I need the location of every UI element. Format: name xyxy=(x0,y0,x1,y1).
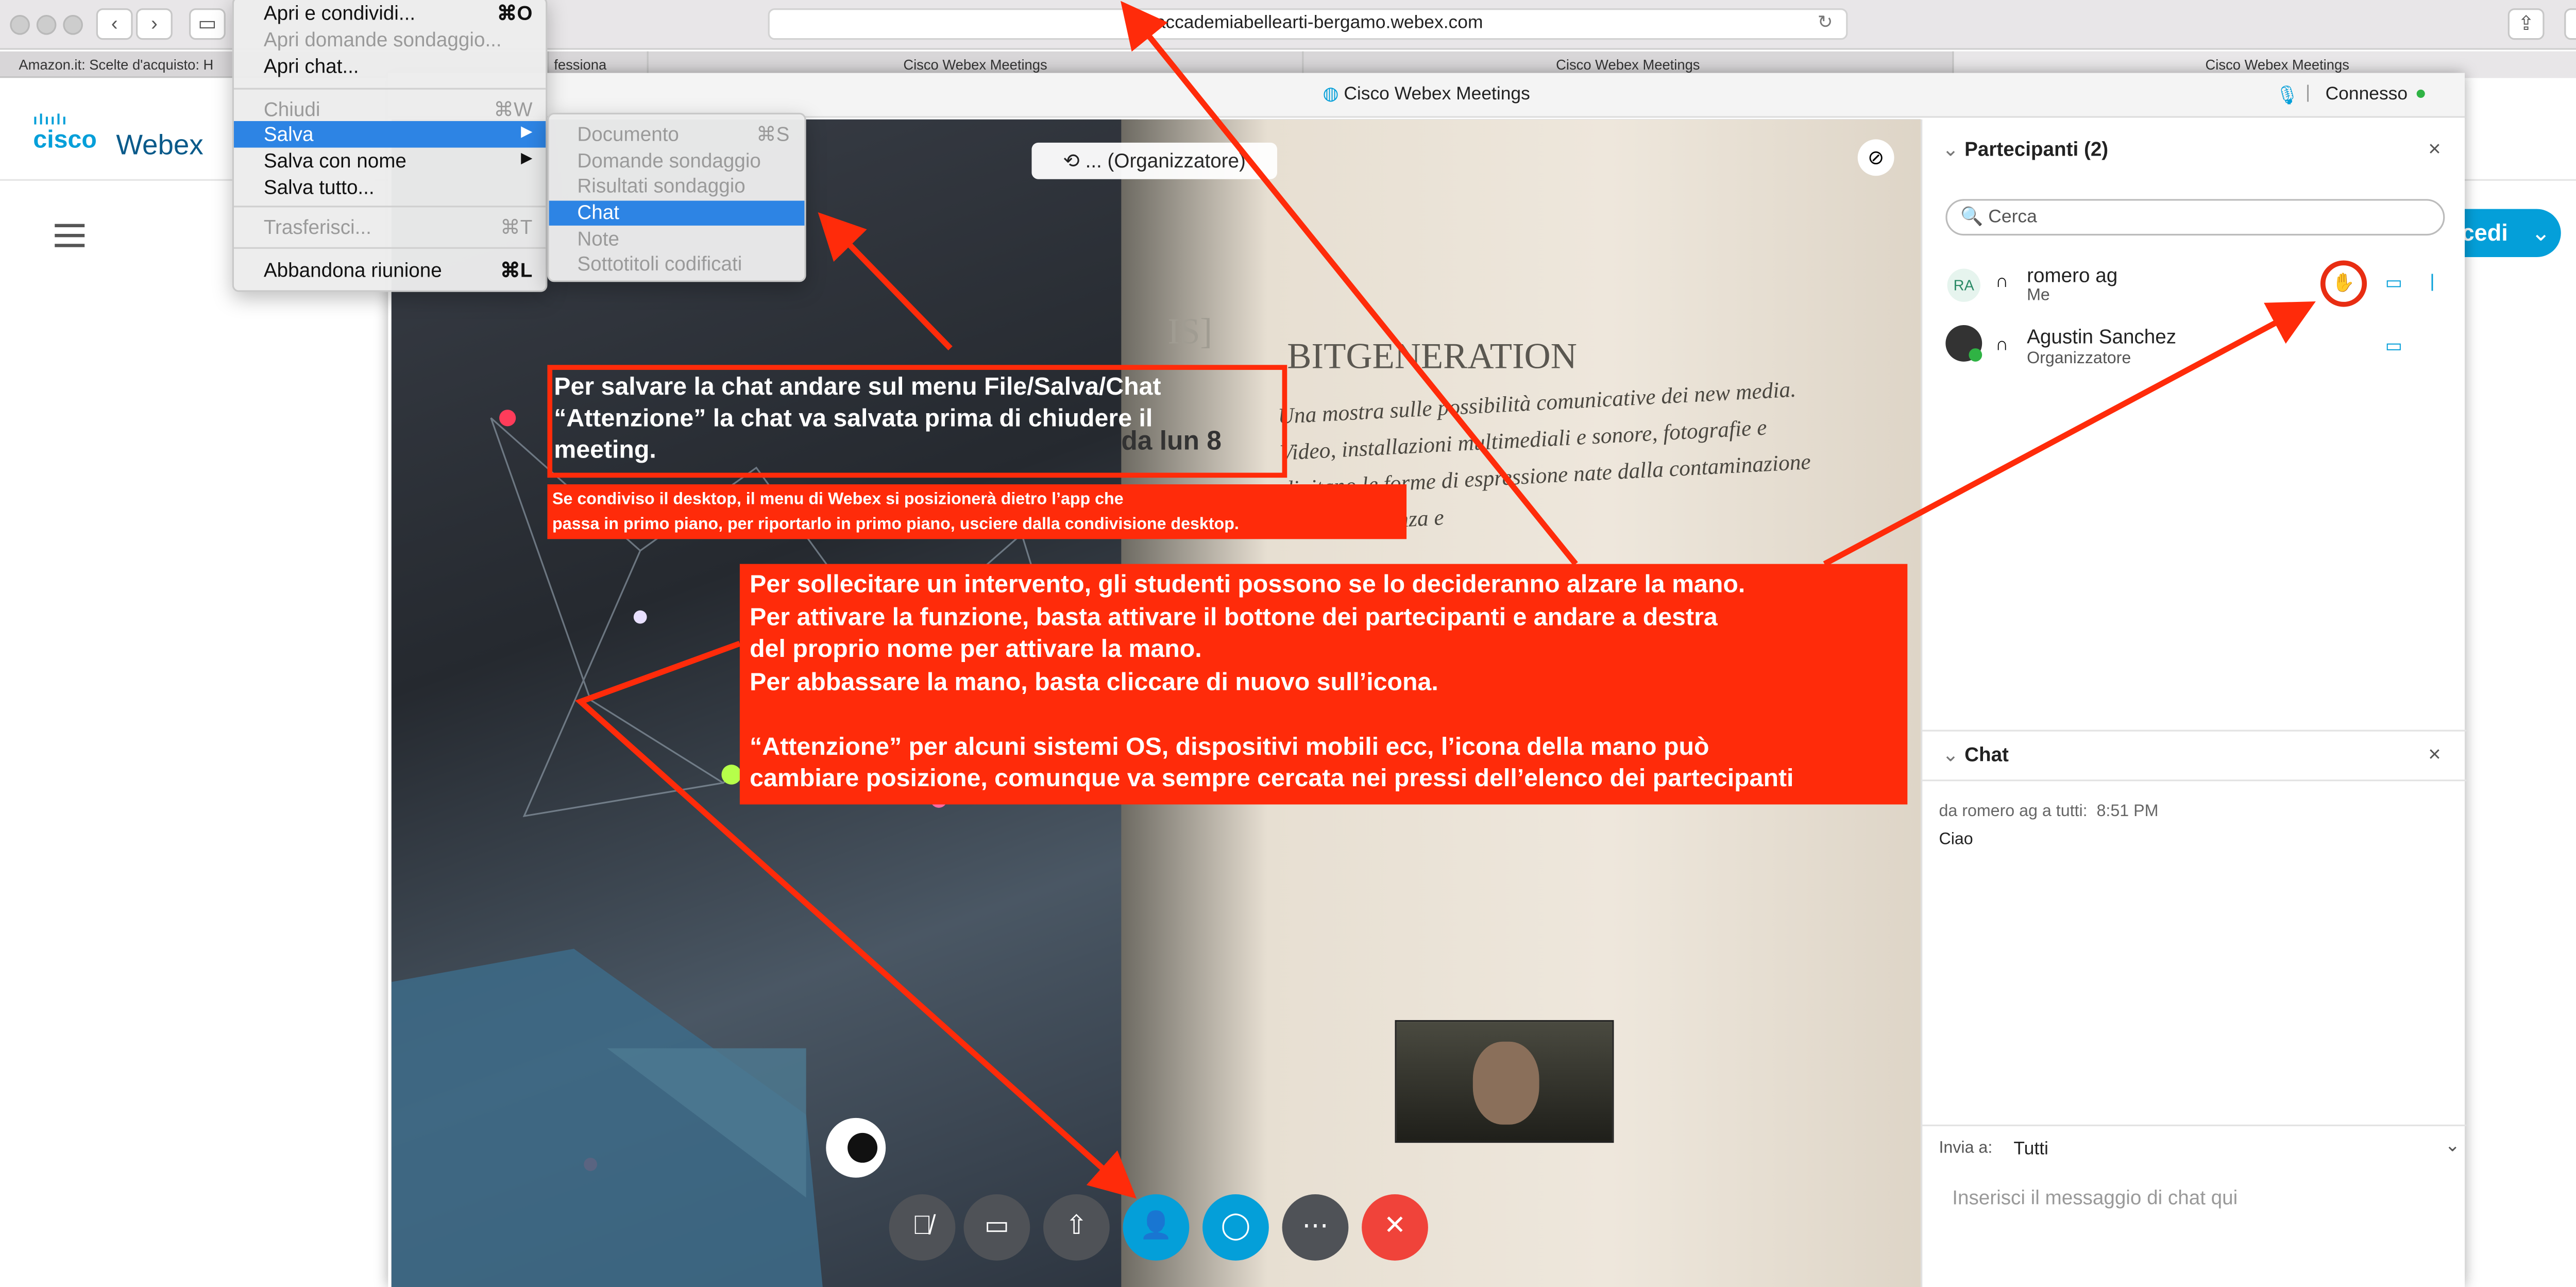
shortcut-label: ⌘W xyxy=(494,97,533,122)
menu-item-transfer[interactable]: Trasferisci... xyxy=(264,216,371,239)
submenu-poll-questions[interactable]: Domande sondaggio xyxy=(577,149,761,173)
menu-item-save-all[interactable]: Salva tutto... xyxy=(264,176,375,199)
save-submenu: Documento ⌘S Domande sondaggio Risultati… xyxy=(547,112,806,282)
menu-separator xyxy=(233,247,546,249)
chevron-right-icon: ▶ xyxy=(521,149,533,166)
arrow-to-participants-button xyxy=(575,640,1137,1199)
file-menu: Apri e condividi... ⌘O Apri domande sond… xyxy=(232,0,548,292)
arrow-to-menu-bar xyxy=(1121,1,1578,566)
menu-item-open-poll[interactable]: Apri domande sondaggio... xyxy=(264,28,502,52)
shortcut-label: ⌘L xyxy=(500,259,533,282)
shortcut-label: ⌘S xyxy=(756,123,790,146)
menu-item-save[interactable]: Salva ▶ xyxy=(233,121,546,148)
menu-item-open-share[interactable]: Apri e condividi... xyxy=(264,2,415,25)
submenu-poll-results[interactable]: Risultati sondaggio xyxy=(577,174,745,197)
arrow-to-raise-hand xyxy=(1823,301,2316,567)
submenu-document[interactable]: Documento xyxy=(577,123,679,146)
menu-item-close[interactable]: Chiudi xyxy=(264,98,320,121)
submenu-captions[interactable]: Sottotitoli codificati xyxy=(577,252,742,275)
shortcut-label: ⌘T xyxy=(500,215,533,239)
chevron-right-icon: ▶ xyxy=(521,123,533,140)
submenu-notes[interactable]: Note xyxy=(577,227,619,250)
menu-separator xyxy=(233,206,546,208)
submenu-chat[interactable]: Chat xyxy=(549,200,805,226)
arrow-to-chat-menu xyxy=(818,212,953,351)
menu-item-leave-meeting[interactable]: Abbandona riunione xyxy=(264,259,442,282)
menu-item-open-chat[interactable]: Apri chat... xyxy=(264,55,359,78)
shortcut-label: ⌘O xyxy=(497,2,533,25)
menu-item-save-as[interactable]: Salva con nome xyxy=(264,149,406,173)
menu-separator xyxy=(233,88,546,90)
